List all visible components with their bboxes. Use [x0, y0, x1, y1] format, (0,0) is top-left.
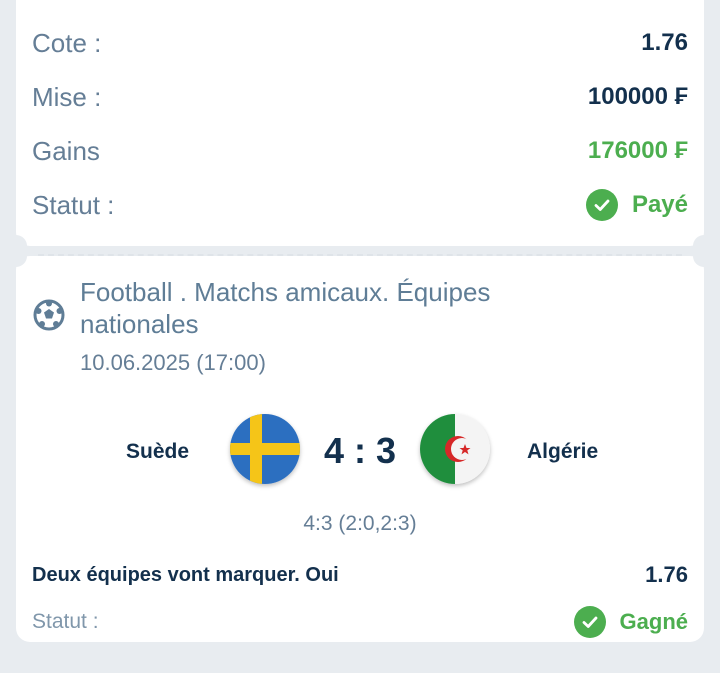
bet-status: Gagné [573, 606, 688, 638]
away-team-name: Algérie [527, 440, 599, 463]
cote-value: 1.76 [641, 29, 688, 56]
bet-odds: 1.76 [645, 562, 688, 587]
gains-label: Gains [32, 135, 100, 166]
statut-value: Payé [631, 191, 688, 218]
algeria-flag-icon [420, 414, 490, 484]
statut-row: Statut : Payé [32, 185, 688, 225]
statut-status: Payé [585, 189, 688, 221]
cote-row: Cote : 1.76 [32, 23, 688, 63]
mise-label: Mise : [32, 81, 102, 112]
bet-status-row: Statut : Gagné [32, 604, 688, 640]
mise-row: Mise : 100000 ₣ [32, 77, 688, 117]
home-team-name: Suède [126, 440, 190, 463]
mise-value: 100000 ₣ [587, 83, 688, 110]
check-circle-icon [585, 189, 618, 221]
bet-status-label: Statut : [32, 610, 99, 633]
gains-value: 176000 ₣ [587, 137, 688, 164]
bet-row: Deux équipes vont marquer. Oui 1.76 [32, 560, 688, 590]
ticket-notch-left [5, 245, 27, 267]
bet-status-value: Gagné [619, 609, 688, 634]
check-circle-icon [573, 606, 606, 638]
gains-row: Gains 176000 ₣ [32, 131, 688, 171]
cote-label: Cote : [32, 27, 102, 58]
match-datetime: 10.06.2025 (17:00) [80, 350, 266, 375]
ticket-divider [38, 254, 682, 256]
statut-label: Statut : [32, 189, 115, 220]
sweden-flag-icon [230, 414, 300, 484]
bet-market: Deux équipes vont marquer. Oui [32, 563, 339, 586]
soccer-ball-icon [33, 299, 65, 331]
match-score: 4 : 3 [323, 430, 397, 471]
league-title: Football . Matchs amicaux. Équipes natio… [80, 277, 491, 339]
score-detail: 4:3 (2:0,2:3) [303, 512, 417, 535]
ticket-notch-right [693, 245, 715, 267]
